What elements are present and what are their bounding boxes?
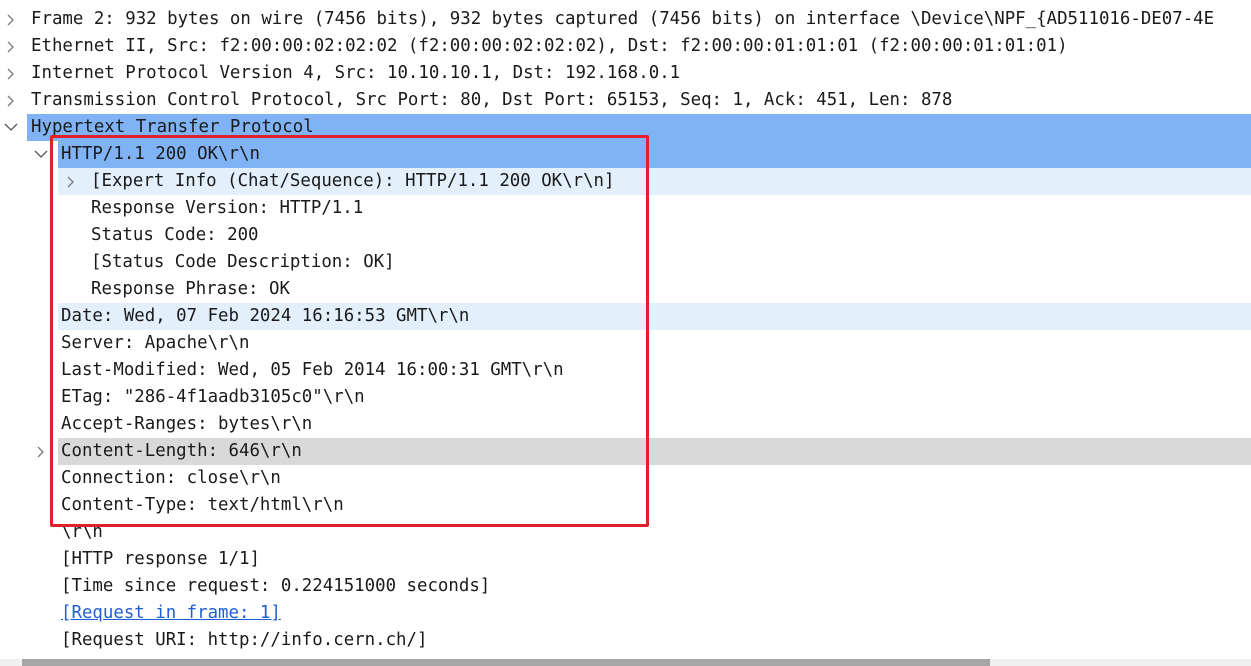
chevron-down-icon[interactable] <box>4 114 18 141</box>
tree-row-content-length[interactable]: Content-Length: 646\r\n <box>0 438 1251 465</box>
tree-row-request-in-frame[interactable]: [Request in frame: 1] <box>0 600 1251 627</box>
tree-row-label: Frame 2: 932 bytes on wire (7456 bits), … <box>31 9 1215 29</box>
tree-row-accept-ranges[interactable]: Accept-Ranges: bytes\r\n <box>0 411 1251 438</box>
chevron-right-icon[interactable] <box>6 33 20 60</box>
chevron-right-icon[interactable] <box>6 6 20 33</box>
tree-row-label: [Request URI: http://info.cern.ch/] <box>61 630 428 650</box>
tree-row-response-version[interactable]: Response Version: HTTP/1.1 <box>0 195 1251 222</box>
packet-details-tree: Frame 2: 932 bytes on wire (7456 bits), … <box>0 6 1251 654</box>
tree-row-label: Last-Modified: Wed, 05 Feb 2014 16:00:31… <box>61 360 564 380</box>
horizontal-scrollbar[interactable] <box>0 659 1251 666</box>
tree-row-last-modified[interactable]: Last-Modified: Wed, 05 Feb 2014 16:00:31… <box>0 357 1251 384</box>
chevron-right-icon[interactable] <box>66 168 80 195</box>
tree-row-label: Hypertext Transfer Protocol <box>31 117 314 137</box>
tree-row-label: Response Phrase: OK <box>91 279 290 299</box>
request-in-frame-link[interactable]: [Request in frame: 1] <box>61 600 281 627</box>
tree-row-label: [Time since request: 0.224151000 seconds… <box>61 576 491 596</box>
chevron-right-icon[interactable] <box>6 87 20 114</box>
tree-row-label: Transmission Control Protocol, Src Port:… <box>31 90 953 110</box>
tree-row-ipv4[interactable]: Internet Protocol Version 4, Src: 10.10.… <box>0 60 1251 87</box>
tree-row-ethernet[interactable]: Ethernet II, Src: f2:00:00:02:02:02 (f2:… <box>0 33 1251 60</box>
tree-row-label: Internet Protocol Version 4, Src: 10.10.… <box>31 63 681 83</box>
tree-row-http-response-count[interactable]: [HTTP response 1/1] <box>0 546 1251 573</box>
chevron-right-icon[interactable] <box>6 60 20 87</box>
tree-row-label: Connection: close\r\n <box>61 468 281 488</box>
tree-row-label: Date: Wed, 07 Feb 2024 16:16:53 GMT\r\n <box>61 306 470 326</box>
tree-row-status-code[interactable]: Status Code: 200 <box>0 222 1251 249</box>
tree-row-http[interactable]: Hypertext Transfer Protocol <box>0 114 1251 141</box>
tree-row-label: \r\n <box>61 522 103 542</box>
tree-row-label: Server: Apache\r\n <box>61 333 250 353</box>
tree-row-label: HTTP/1.1 200 OK\r\n <box>61 144 260 164</box>
tree-row-label: [Status Code Description: OK] <box>91 252 395 272</box>
tree-row-label: Content-Type: text/html\r\n <box>61 495 344 515</box>
tree-row-frame[interactable]: Frame 2: 932 bytes on wire (7456 bits), … <box>0 6 1251 33</box>
tree-row-response-phrase[interactable]: Response Phrase: OK <box>0 276 1251 303</box>
tree-row-label: ETag: "286-4f1aadb3105c0"\r\n <box>61 387 365 407</box>
tree-row-connection[interactable]: Connection: close\r\n <box>0 465 1251 492</box>
tree-row-content-type[interactable]: Content-Type: text/html\r\n <box>0 492 1251 519</box>
tree-row-label: Response Version: HTTP/1.1 <box>91 198 364 218</box>
tree-row-status-description[interactable]: [Status Code Description: OK] <box>0 249 1251 276</box>
tree-row-expert-info[interactable]: [Expert Info (Chat/Sequence): HTTP/1.1 2… <box>0 168 1251 195</box>
tree-row-label: Ethernet II, Src: f2:00:00:02:02:02 (f2:… <box>31 36 1068 56</box>
tree-row-crlf[interactable]: \r\n <box>0 519 1251 546</box>
chevron-down-icon[interactable] <box>34 141 48 168</box>
tree-row-tcp[interactable]: Transmission Control Protocol, Src Port:… <box>0 87 1251 114</box>
tree-row-label: [Expert Info (Chat/Sequence): HTTP/1.1 2… <box>91 171 615 191</box>
tree-row-label: Content-Length: 646\r\n <box>61 441 302 461</box>
tree-row-label: Status Code: 200 <box>91 225 259 245</box>
scrollbar-thumb[interactable] <box>22 659 990 666</box>
chevron-right-icon[interactable] <box>36 438 50 465</box>
tree-row-status-line[interactable]: HTTP/1.1 200 OK\r\n <box>0 141 1251 168</box>
tree-row-request-uri[interactable]: [Request URI: http://info.cern.ch/] <box>0 627 1251 654</box>
tree-row-time-since-request[interactable]: [Time since request: 0.224151000 seconds… <box>0 573 1251 600</box>
tree-row-label: Accept-Ranges: bytes\r\n <box>61 414 313 434</box>
tree-row-date[interactable]: Date: Wed, 07 Feb 2024 16:16:53 GMT\r\n <box>0 303 1251 330</box>
tree-row-label: [HTTP response 1/1] <box>61 549 260 569</box>
tree-row-etag[interactable]: ETag: "286-4f1aadb3105c0"\r\n <box>0 384 1251 411</box>
tree-row-server[interactable]: Server: Apache\r\n <box>0 330 1251 357</box>
